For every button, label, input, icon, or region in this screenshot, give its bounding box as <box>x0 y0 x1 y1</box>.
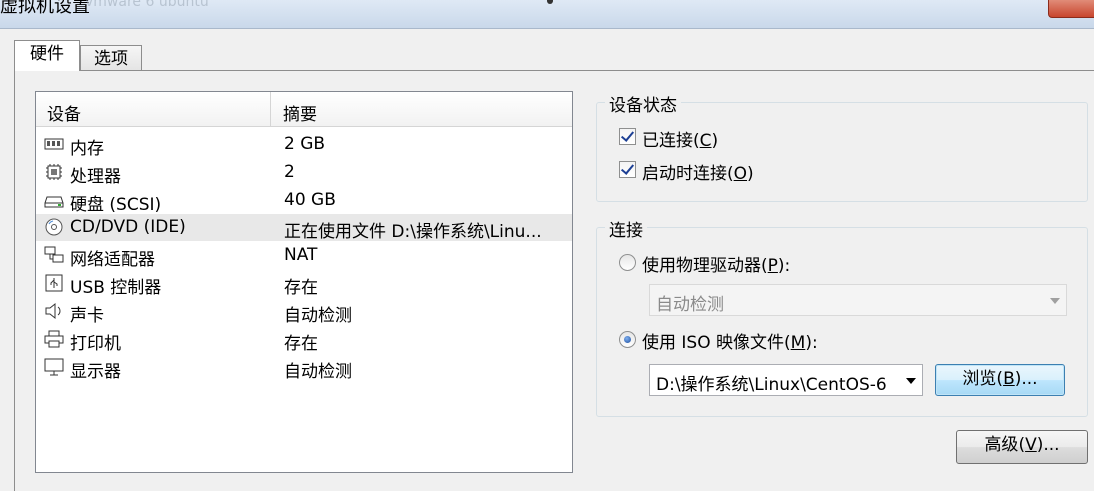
close-button[interactable] <box>1048 0 1094 18</box>
connection-title: 连接 <box>605 216 647 241</box>
column-header-device[interactable]: 设备 <box>47 100 81 125</box>
device-summary: 40 GB <box>284 190 336 210</box>
memory-icon <box>44 138 64 150</box>
device-name: 网络适配器 <box>70 250 155 270</box>
tab-hardware[interactable]: 硬件 <box>14 40 80 71</box>
device-row-sound-card[interactable]: 声卡 自动检测 <box>36 298 572 326</box>
device-status-title: 设备状态 <box>605 91 681 116</box>
device-summary: 存在 <box>284 334 318 354</box>
device-list-header: 设备 摘要 <box>36 92 572 127</box>
network-adapter-icon <box>44 246 64 263</box>
device-summary: 正在使用文件 D:\操作系统\Linu... <box>284 222 542 242</box>
display-icon <box>44 358 64 376</box>
device-row-cd-dvd[interactable]: CD/DVD (IDE) 正在使用文件 D:\操作系统\Linu... <box>36 214 572 242</box>
connected-label[interactable]: 已连接(C) <box>642 126 718 151</box>
cd-dvd-icon <box>45 218 63 236</box>
sound-card-icon <box>45 302 61 320</box>
chevron-down-icon <box>906 378 916 384</box>
device-name: USB 控制器 <box>70 278 162 298</box>
chevron-down-icon <box>1050 298 1060 304</box>
window-title: 虚拟机设置 <box>0 0 90 17</box>
column-divider[interactable] <box>270 92 271 126</box>
usb-controller-icon <box>45 274 63 292</box>
device-row-usb-controller[interactable]: USB 控制器 存在 <box>36 270 572 298</box>
device-row-memory[interactable]: 内存 2 GB <box>36 131 572 159</box>
device-row-processor[interactable]: 处理器 2 <box>36 159 572 187</box>
tab-hardware-label: 硬件 <box>30 44 64 64</box>
title-bar: 虚拟机设置 vmware 6 ubuntu <box>0 0 1094 29</box>
title-bar-mark <box>547 0 553 4</box>
iso-image-radio[interactable] <box>619 331 636 348</box>
device-name: 声卡 <box>70 306 104 326</box>
device-summary: 自动检测 <box>284 306 352 326</box>
connect-at-power-on-checkbox[interactable] <box>619 161 636 178</box>
iso-path-value: D:\操作系统\Linux\CentOS-6 <box>656 375 887 395</box>
device-name: 处理器 <box>70 167 121 187</box>
iso-image-label[interactable]: 使用 ISO 映像文件(M): <box>642 328 818 353</box>
device-row-printer[interactable]: 打印机 存在 <box>36 326 572 354</box>
hard-disk-icon <box>44 196 64 208</box>
browse-button[interactable]: 浏览(B)... <box>935 364 1065 396</box>
connection-group: 连接 使用物理驱动器(P): 自动检测 使用 ISO 映像文件(M): D:\操… <box>596 216 1088 417</box>
iso-path-combo[interactable]: D:\操作系统\Linux\CentOS-6 <box>649 364 923 396</box>
device-row-network-adapter[interactable]: 网络适配器 NAT <box>36 242 572 270</box>
printer-icon <box>44 330 64 348</box>
device-status-group: 设备状态 已连接(C) 启动时连接(O) <box>596 91 1088 202</box>
device-summary: NAT <box>284 245 318 265</box>
processor-icon <box>46 164 62 180</box>
physical-drive-select-value: 自动检测 <box>656 295 724 315</box>
tab-options-label: 选项 <box>94 49 128 69</box>
device-summary: 自动检测 <box>284 362 352 382</box>
device-row-hard-disk[interactable]: 硬盘 (SCSI) 40 GB <box>36 187 572 215</box>
device-row-display[interactable]: 显示器 自动检测 <box>36 354 572 382</box>
device-summary: 2 <box>284 162 295 182</box>
tab-options[interactable]: 选项 <box>80 45 142 72</box>
physical-drive-label[interactable]: 使用物理驱动器(P): <box>642 251 790 276</box>
connected-checkbox[interactable] <box>619 128 636 145</box>
device-summary: 2 GB <box>284 134 326 154</box>
physical-drive-select[interactable]: 自动检测 <box>649 284 1067 316</box>
device-list[interactable]: 设备 摘要 内存 2 GB 处理器 2 硬盘 (SCSI) 40 GB CD/D… <box>35 91 573 473</box>
device-name: 硬盘 (SCSI) <box>70 195 162 215</box>
advanced-button[interactable]: 高级(V)... <box>956 430 1088 464</box>
device-name: 打印机 <box>70 334 121 354</box>
physical-drive-radio[interactable] <box>619 254 636 271</box>
device-summary: 存在 <box>284 278 318 298</box>
connect-at-power-on-label[interactable]: 启动时连接(O) <box>642 159 754 184</box>
device-name: 显示器 <box>70 362 121 382</box>
device-name: 内存 <box>70 139 104 159</box>
device-name: CD/DVD (IDE) <box>70 217 186 237</box>
window-title-ghost: vmware 6 ubuntu <box>85 0 209 10</box>
column-header-summary[interactable]: 摘要 <box>283 100 317 125</box>
